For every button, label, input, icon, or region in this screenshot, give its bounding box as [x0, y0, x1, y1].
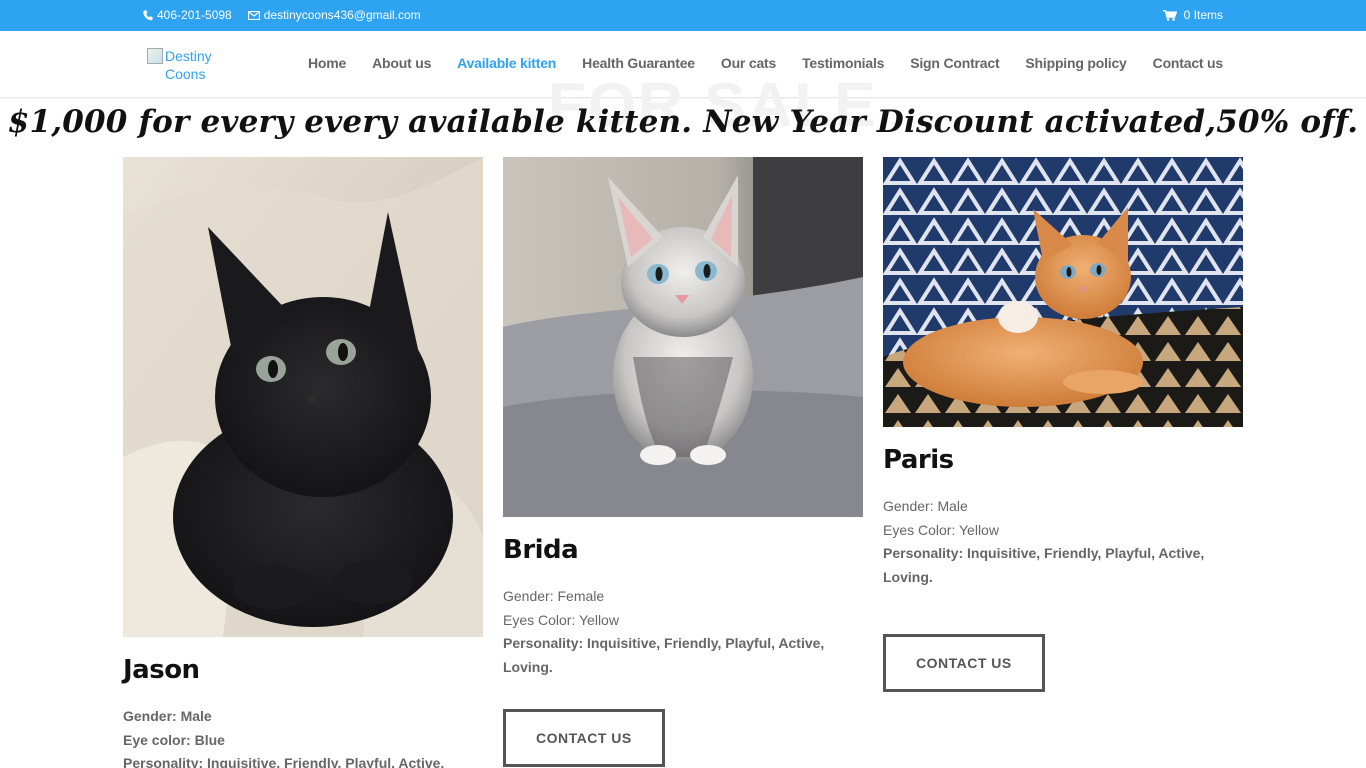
nav-our-cats[interactable]: Our cats [721, 55, 776, 71]
nav-sign-contract[interactable]: Sign Contract [910, 55, 999, 71]
broken-image-icon [147, 48, 163, 64]
kitten-eye-color: Eye color: Blue [123, 731, 225, 748]
phone-link[interactable]: 406-201-5098 [143, 8, 232, 22]
kitten-gender: Gender: Female [503, 588, 605, 604]
email-link[interactable]: destinycoons436@gmail.com [247, 8, 421, 22]
contact-us-button-paris[interactable]: CONTACT US [883, 634, 1045, 692]
kitten-details-jason: Gender: Male Eye color: Blue Personality… [123, 705, 483, 768]
kitten-photo-brida[interactable] [503, 157, 863, 517]
main-nav: Home About us Available kitten Health Gu… [308, 55, 1223, 71]
discount-banner: $1,000 for every every available kitten.… [7, 104, 1359, 140]
kitten-personality: Personality: Inquisitive, Friendly, Play… [123, 755, 445, 768]
kitten-personality: Personality: Inquisitive, Friendly, Play… [503, 635, 825, 675]
nav-shipping-policy[interactable]: Shipping policy [1025, 55, 1126, 71]
kitten-card-brida: Brida Gender: Female Eyes Color: Yellow … [503, 157, 863, 767]
kitten-details-brida: Gender: Female Eyes Color: Yellow Person… [503, 585, 863, 679]
silver-kitten-image [503, 157, 863, 517]
cart-icon [1162, 9, 1177, 21]
kitten-name-paris: Paris [883, 445, 954, 475]
envelope-icon [247, 10, 260, 20]
kitten-eye-color: Eyes Color: Yellow [883, 521, 999, 538]
kitten-personality: Personality: Inquisitive, Friendly, Play… [883, 545, 1205, 585]
kitten-details-paris: Gender: Male Eyes Color: Yellow Personal… [883, 495, 1243, 589]
kitten-photo-paris[interactable] [883, 157, 1243, 427]
orange-kitten-image [883, 157, 1243, 427]
black-kitten-image [123, 157, 483, 637]
kitten-name-jason: Jason [123, 655, 200, 685]
top-bar: 406-201-5098 destinycoons436@gmail.com 0… [0, 0, 1366, 31]
nav-available-kitten[interactable]: Available kitten [457, 55, 556, 71]
nav-about-us[interactable]: About us [372, 55, 431, 71]
phone-number: 406-201-5098 [157, 8, 232, 22]
site-logo[interactable]: Destiny Coons [147, 47, 227, 81]
logo-alt-text: Destiny Coons [165, 48, 212, 81]
kitten-gender: Gender: Male [123, 708, 212, 724]
phone-icon [143, 10, 153, 20]
top-contact: 406-201-5098 destinycoons436@gmail.com [143, 8, 421, 22]
nav-home[interactable]: Home [308, 55, 346, 71]
kitten-name-brida: Brida [503, 535, 579, 565]
kitten-card-jason: Jason Gender: Male Eye color: Blue Perso… [123, 157, 483, 768]
kitten-gender: Gender: Male [883, 498, 968, 514]
nav-health-guarantee[interactable]: Health Guarantee [582, 55, 695, 71]
contact-us-button-brida[interactable]: CONTACT US [503, 709, 665, 767]
kitten-eye-color: Eyes Color: Yellow [503, 611, 619, 628]
cart-count: 0 Items [1183, 8, 1223, 22]
kitten-photo-jason[interactable] [123, 157, 483, 637]
email-address: destinycoons436@gmail.com [263, 8, 421, 22]
nav-testimonials[interactable]: Testimonials [802, 55, 884, 71]
nav-contact-us[interactable]: Contact us [1153, 55, 1224, 71]
cart-link[interactable]: 0 Items [1162, 8, 1223, 22]
kitten-card-paris: Paris Gender: Male Eyes Color: Yellow Pe… [883, 157, 1243, 692]
